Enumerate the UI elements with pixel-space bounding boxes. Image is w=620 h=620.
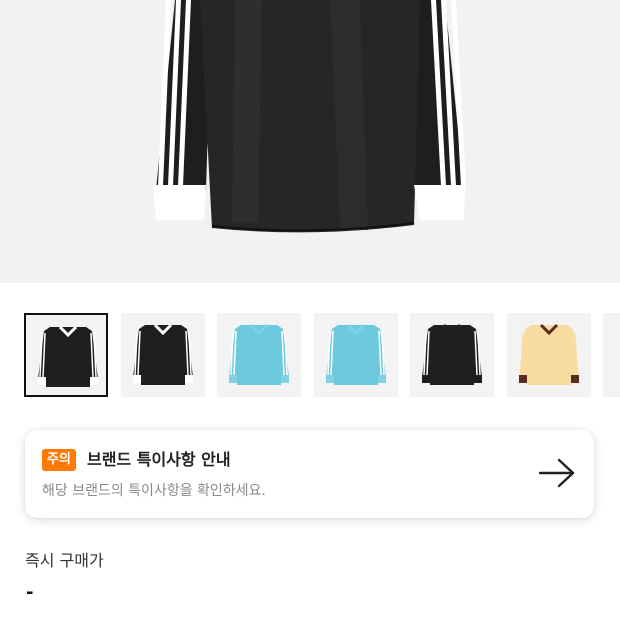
thumbnail-black-jersey-back[interactable] — [410, 313, 494, 397]
jersey-thumbnail-icon — [38, 325, 98, 387]
thumbnail-black-jersey-front-alt[interactable] — [121, 313, 205, 397]
jersey-illustration — [153, 0, 466, 233]
jersey-thumbnail-icon — [519, 323, 579, 385]
notice-title: 브랜드 특이사항 안내 — [87, 450, 231, 469]
notice-description: 해당 브랜드의 특이사항을 확인하세요. — [42, 483, 266, 499]
brand-notice-card[interactable]: 주의 브랜드 특이사항 안내 해당 브랜드의 특이사항을 확인하세요. — [25, 430, 594, 518]
thumbnail-blue-jersey-front-alt[interactable] — [314, 313, 398, 397]
thumbnail-cream-jersey-front[interactable] — [507, 313, 591, 397]
instant-buy-price-value: - — [26, 582, 34, 603]
thumbnail-partial-thumbnail[interactable] — [603, 313, 620, 397]
jersey-thumbnail-icon — [229, 323, 289, 385]
jersey-thumbnail-icon — [326, 323, 386, 385]
jersey-thumbnail-icon — [422, 323, 482, 385]
thumbnail-strip — [24, 313, 620, 399]
instant-buy-price-label: 즉시 구매가 — [25, 551, 104, 570]
product-main-image[interactable] — [0, 0, 620, 283]
arrow-right-icon[interactable] — [537, 457, 577, 489]
warning-badge: 주의 — [42, 449, 76, 471]
thumbnail-black-jersey-front[interactable] — [24, 313, 108, 397]
jersey-thumbnail-icon — [133, 323, 193, 385]
thumbnail-blue-jersey-front[interactable] — [217, 313, 301, 397]
